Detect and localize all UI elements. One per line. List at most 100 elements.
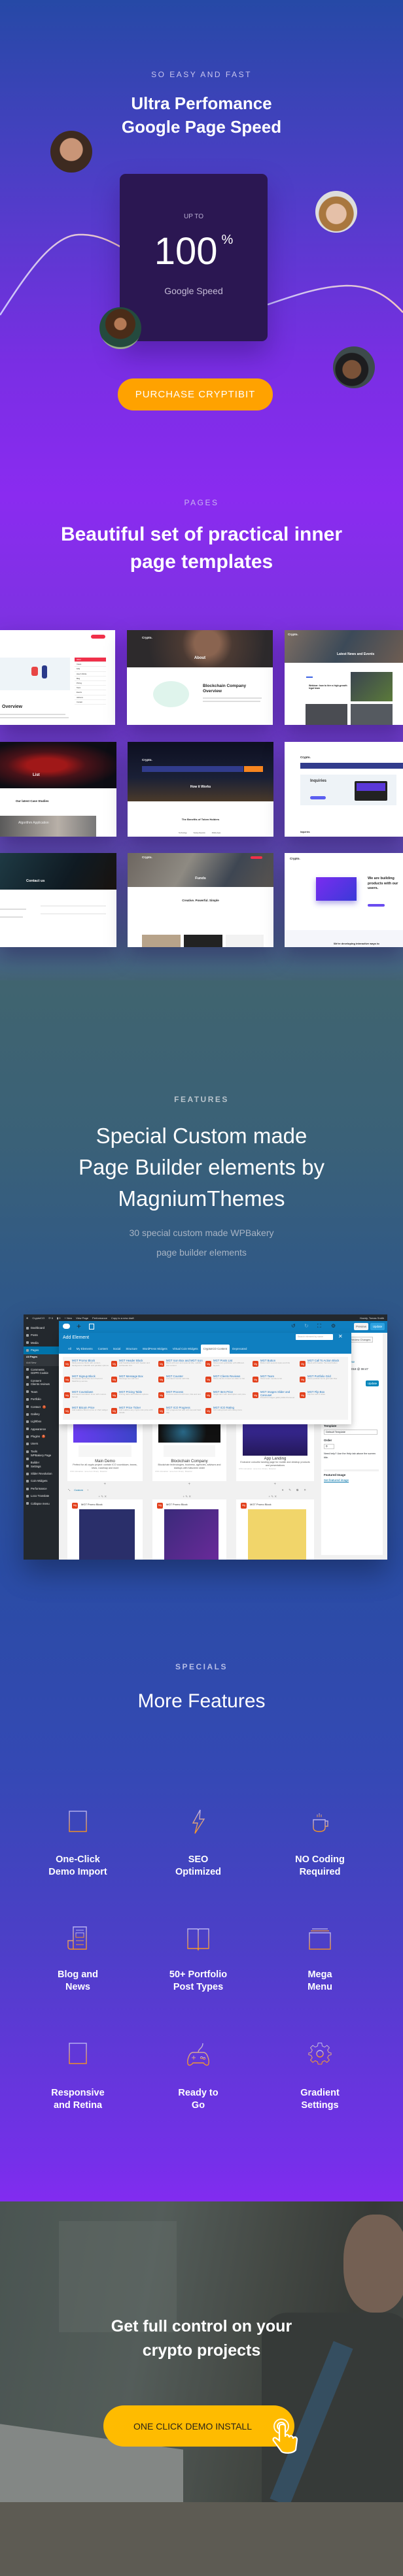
element-tab[interactable]: Social — [111, 1345, 124, 1354]
undo-icon[interactable]: ↺ — [291, 1323, 296, 1329]
demo-card[interactable]: Main Demo Perfect for all crypto project:… — [67, 1424, 143, 1481]
element-item[interactable]: Mg MGT Icon Box and MGT Icon Block with ic… — [157, 1357, 204, 1373]
sidebar-item[interactable]: Plugins 6 — [24, 1433, 59, 1440]
close-modal-icon[interactable]: ✕ — [338, 1333, 343, 1339]
settings-icon[interactable]: ⚙ — [331, 1323, 336, 1329]
element-search-input[interactable]: Search element by name — [296, 1334, 333, 1340]
element-item[interactable]: Mg MGT Promo Block Multi-purpose block wit… — [63, 1357, 110, 1373]
fullscreen-icon[interactable]: ⛶ — [317, 1323, 321, 1330]
element-tab[interactable]: WordPress Widgets — [140, 1345, 170, 1354]
add-content-icon[interactable]: + — [104, 1482, 107, 1486]
sidebar-item[interactable]: Dashboard — [24, 1324, 59, 1331]
element-tab[interactable]: Deprecated — [230, 1345, 249, 1354]
element-item[interactable]: Mg MGT Signup Block Newsletter subscribe f… — [63, 1373, 110, 1388]
template-select[interactable]: Default Template — [324, 1430, 377, 1435]
element-item[interactable]: Mg MGT Call To Action Block Block with hea… — [298, 1357, 345, 1373]
sidebar-item[interactable]: Contact 1 — [24, 1403, 59, 1411]
add-element-icon[interactable]: + — [77, 1322, 81, 1331]
admin-howdy[interactable]: Howdy, Tomas Smith — [360, 1316, 384, 1320]
purchase-button[interactable]: PURCHASE CRYPTIBIT — [118, 378, 273, 410]
sidebar-item[interactable]: Performance — [24, 1485, 59, 1492]
template-thumb-how-it-works[interactable]: Crypto. How it Works The Benefits of Tok… — [128, 742, 273, 837]
row-add-icon[interactable]: + — [87, 1488, 88, 1492]
element-item[interactable]: Mg MGT Portfolio Grid Show portfolio items… — [298, 1373, 345, 1388]
set-featured-image-link[interactable]: Set featured image — [324, 1479, 349, 1482]
sidebar-item[interactable]: Media — [24, 1339, 59, 1347]
element-tab[interactable]: CryptoICO Content — [200, 1345, 230, 1354]
add-content-icon[interactable]: + — [274, 1482, 277, 1486]
demo-card[interactable]: Blockchain Company Blockchain technologie… — [152, 1424, 226, 1481]
element-item[interactable]: Mg MGT Counter Animated counter with title — [157, 1373, 204, 1388]
element-item[interactable]: Mg MGT Message Box Message box with text — [110, 1373, 157, 1388]
demo-card[interactable]: App Landing Exclusive colourful landing p… — [236, 1424, 314, 1481]
template-thumb-contact[interactable]: Contact us — [0, 853, 116, 947]
element-item[interactable]: Mg MGT Pricing Table Pricing table with di… — [110, 1388, 157, 1404]
admin-view-page[interactable]: View Page — [76, 1316, 88, 1320]
update-button[interactable]: Update — [370, 1323, 385, 1330]
element-item[interactable]: Mg MGT Price Ticker Add realtime any crypt… — [110, 1404, 157, 1420]
row-toggle-icon[interactable]: ▾ — [282, 1488, 283, 1492]
element-tab[interactable]: Structure — [123, 1345, 139, 1354]
update-page-button[interactable]: Update — [366, 1380, 379, 1386]
element-item[interactable]: Mg MGT ICO Rating ICO rating block with ra… — [204, 1404, 251, 1420]
element-item[interactable]: Mg MGT Clients Reviews Show clients review… — [204, 1373, 251, 1388]
sidebar-item[interactable]: Coin Widgets — [24, 1477, 59, 1484]
sidebar-item[interactable]: GDPR Cookie Consent — [24, 1371, 59, 1382]
column-controls[interactable]: + ✎ ✕ — [269, 1495, 277, 1499]
sidebar-item[interactable]: Slider Revolution — [24, 1470, 59, 1477]
sidebar-item[interactable]: Lightbox — [24, 1418, 59, 1425]
redo-icon[interactable]: ↻ — [304, 1323, 309, 1329]
admin-new[interactable]: + New — [65, 1316, 72, 1320]
element-item[interactable]: Mg MGT Process Process element with icon, … — [157, 1388, 204, 1404]
row-edit-icon[interactable]: ✎ — [289, 1488, 291, 1492]
sidebar-item[interactable]: Pages — [24, 1347, 59, 1354]
promo-block-element[interactable]: Mg MGT Promo Block — [236, 1499, 314, 1560]
template-thumb-news[interactable]: Crypto. Latest News and Events Webinar: … — [285, 630, 403, 725]
wordpress-logo-icon[interactable]: ⊕ — [26, 1316, 28, 1320]
sidebar-item[interactable]: Add New — [24, 1360, 59, 1366]
admin-comments[interactable]: ▮ 0 — [57, 1316, 61, 1320]
promo-block-element[interactable]: Mg MGT Promo Block — [152, 1499, 226, 1560]
element-tab[interactable]: Virtual Coin Widgets — [170, 1345, 201, 1354]
element-item[interactable]: Mg MGT Flip Box Flip box with 2 sides — [298, 1388, 345, 1404]
row-layout[interactable]: Custom — [74, 1488, 83, 1492]
template-thumb-sidebar-page[interactable]: About Cases FAQ How It Works Blog Pricing Team… — [0, 630, 115, 725]
element-item[interactable]: Mg MGT Bitcoin Price Add realtime Bitcoin … — [63, 1404, 110, 1420]
preview-button[interactable]: Preview — [354, 1323, 368, 1330]
admin-updates[interactable]: ⟳ 6 — [48, 1316, 53, 1320]
sidebar-item[interactable]: Collapse menu — [24, 1500, 59, 1507]
element-item[interactable]: Mg MGT Countdown Animated countdown timer … — [63, 1388, 110, 1404]
element-item[interactable]: Mg MGT Images Slider and Carousel Powerful… — [251, 1388, 298, 1404]
admin-performance[interactable]: Performance — [92, 1316, 107, 1320]
promo-block-element[interactable]: Mg MGT Promo Block — [67, 1499, 143, 1560]
add-content-icon[interactable]: + — [188, 1482, 191, 1486]
element-item[interactable]: Mg MGT Header Block Add heading block with… — [110, 1357, 157, 1373]
element-item[interactable]: Mg MGT Button Button with several styles a… — [251, 1357, 298, 1373]
sidebar-item[interactable]: WPBakery Page Builder — [24, 1454, 59, 1464]
sidebar-item[interactable]: Loco Translate — [24, 1492, 59, 1499]
sidebar-item[interactable]: Gallery — [24, 1411, 59, 1418]
element-tab[interactable]: My Elements — [74, 1345, 96, 1354]
sidebar-item[interactable]: All Pages — [24, 1354, 59, 1360]
element-item[interactable]: Mg MGT Item Price Single item with descrip… — [204, 1388, 251, 1404]
row-clone-icon[interactable]: ⧉ — [296, 1488, 298, 1492]
template-thumb-list[interactable]: List Our latest Case Studies Algorithm A… — [0, 742, 116, 837]
element-item[interactable]: Mg MGT Team Show team members list — [251, 1373, 298, 1388]
sidebar-item[interactable]: Team — [24, 1388, 59, 1396]
templates-icon[interactable] — [89, 1324, 94, 1330]
order-input[interactable]: 0 — [324, 1444, 334, 1449]
element-tab[interactable]: Content — [96, 1345, 111, 1354]
sidebar-item[interactable]: Posts — [24, 1331, 59, 1339]
element-item[interactable]: Mg MGT ICO Progress ICO progress bar with … — [157, 1404, 204, 1420]
template-thumb-inquiries[interactable]: Crypto. Inquiries Inquiries — [285, 742, 403, 837]
template-thumb-landing[interactable]: Crypto. We are building products with ou… — [285, 853, 403, 947]
sidebar-item[interactable]: Appearance — [24, 1426, 59, 1433]
admin-copy-draft[interactable]: Copy to a new draft — [111, 1316, 134, 1320]
demo-install-button[interactable]: ONE CLICK DEMO INSTALL — [103, 2405, 294, 2447]
column-controls[interactable]: + ✎ ✕ — [99, 1495, 107, 1499]
sidebar-item[interactable]: Users — [24, 1440, 59, 1447]
column-controls[interactable]: + ✎ ✕ — [183, 1495, 192, 1499]
element-tab[interactable]: All — [65, 1345, 74, 1354]
template-thumb-funds[interactable]: Crypto. Funds Creative. Powerful. Simple — [128, 853, 273, 947]
admin-site-name[interactable]: CryptoICO — [32, 1316, 44, 1320]
